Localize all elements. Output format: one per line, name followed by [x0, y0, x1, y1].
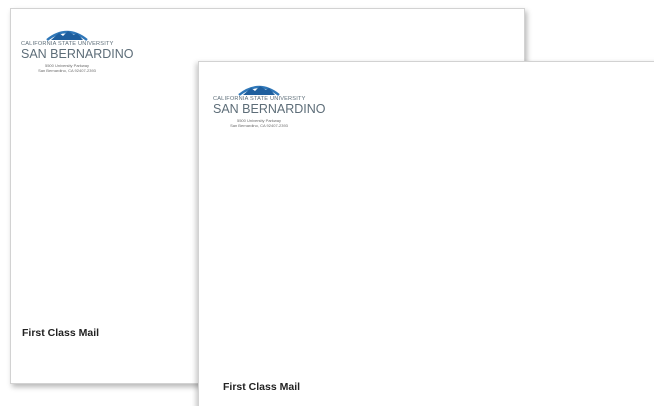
envelope-front: CALIFORNIA STATE UNIVERSITY SAN BERNARDI…	[198, 61, 654, 406]
return-address-block: CALIFORNIA STATE UNIVERSITY SAN BERNARDI…	[213, 82, 326, 128]
mountain-arc-logo-icon	[46, 30, 88, 41]
envelope-mockup-canvas: CALIFORNIA STATE UNIVERSITY SAN BERNARDI…	[0, 0, 654, 406]
university-line2: SAN BERNARDINO	[213, 102, 326, 116]
address-line2: San Bernardino, CA 92407-2393	[230, 123, 288, 128]
address-line2: San Bernardino, CA 92407-2393	[38, 68, 96, 73]
postage-class-label: First Class Mail	[22, 327, 100, 339]
mountain-arc-logo-icon	[238, 85, 280, 96]
university-line2: SAN BERNARDINO	[21, 47, 134, 61]
postage-class-label: First Class Mail	[223, 381, 301, 393]
return-address-block: CALIFORNIA STATE UNIVERSITY SAN BERNARDI…	[21, 27, 134, 73]
